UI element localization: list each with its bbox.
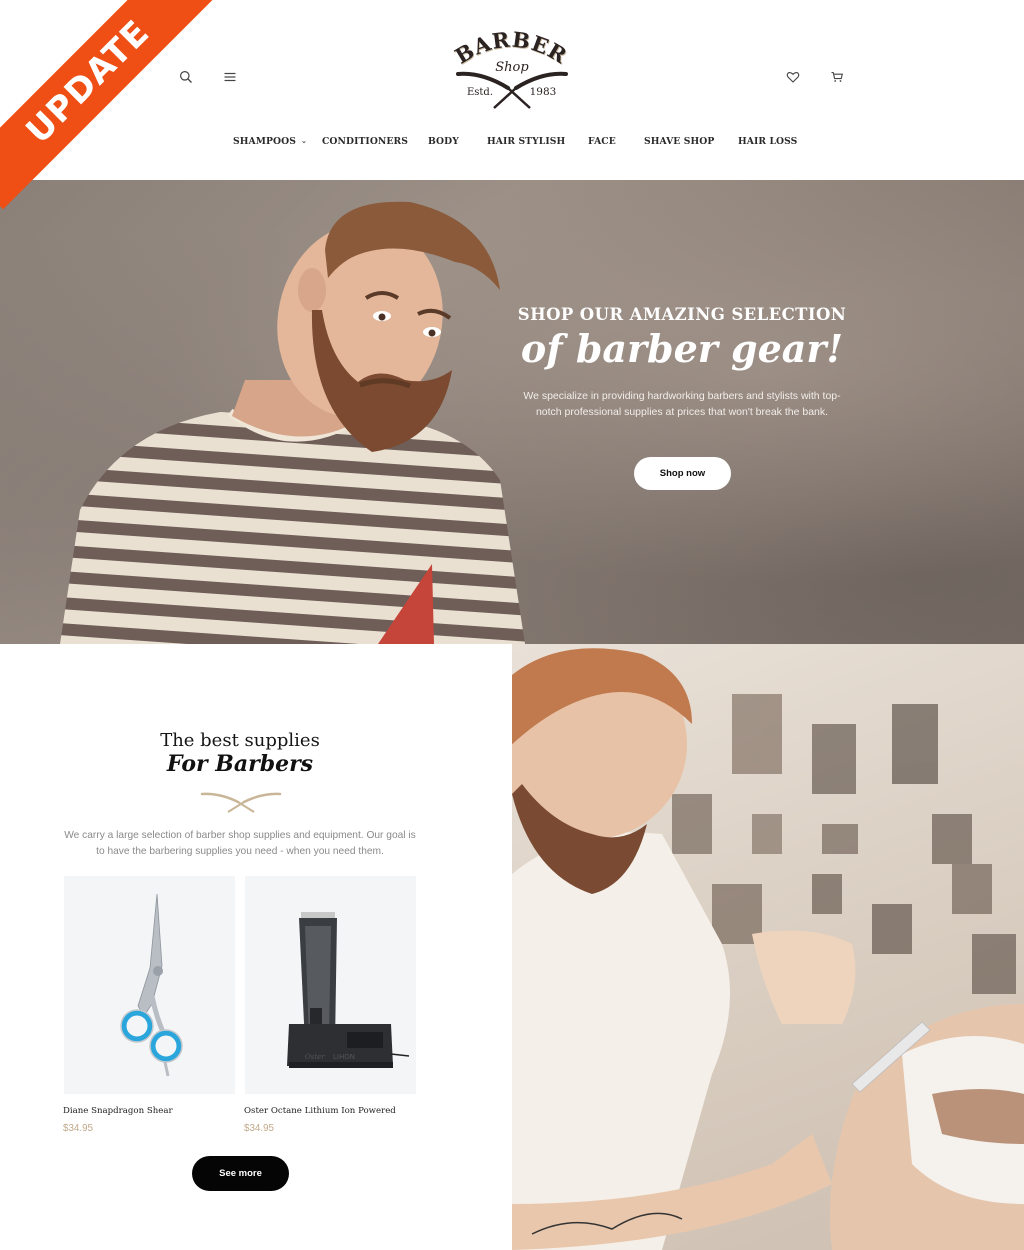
supplies-heading: The best supplies For Barbers [0,730,480,777]
search-icon [180,71,192,83]
nav-item-conditioners[interactable]: CONDITIONERS [322,136,408,147]
main-nav: SHAMPOOS ⌄ CONDITIONERS BODY HAIR STYLISH… [0,136,1024,152]
product-name[interactable]: Diane Snapdragon Shear [63,1106,173,1116]
logo-estd-text: Estd. [467,87,493,98]
logo-year-text: 1983 [530,86,557,98]
logo-shop-text: Shop [495,60,529,75]
shop-now-button[interactable]: Shop now [634,457,731,490]
hero-title: of barber gear! [520,326,844,371]
menu-button[interactable] [220,67,240,87]
product-price: $34.95 [63,1123,93,1134]
product-card-scissors[interactable] [64,876,235,1094]
bearded-man-photo [60,201,525,644]
svg-text:LIHON: LIHON [333,1053,355,1061]
supplies-section: The best supplies For Barbers We carry a… [0,644,512,1250]
supplies-subtitle: For Barbers [166,751,314,777]
hero-kicker: SHOP OUR AMAZING SELECTION [517,305,847,324]
heart-icon [786,72,800,83]
chevron-down-icon: ⌄ [300,136,307,145]
barber-shop-logo-graphic: BARBER BARBER Shop Estd. 1983 [450,27,572,109]
product-card-clipper[interactable]: Oster LIHON [245,876,416,1094]
wishlist-button[interactable] [783,67,803,87]
scissors-product-image [120,893,183,1077]
see-more-button[interactable]: See more [192,1156,289,1191]
search-button[interactable] [176,67,196,87]
nav-item-label: SHAMPOOS [233,136,296,147]
nav-item-shampoos[interactable]: SHAMPOOS ⌄ [233,136,307,147]
product-name[interactable]: Oster Octane Lithium Ion Powered [244,1106,396,1116]
hero-text-block: SHOP OUR AMAZING SELECTION of barber gea… [512,305,852,420]
nav-item-face[interactable]: FACE [588,136,616,147]
supplies-description: We carry a large selection of barber sho… [64,830,416,857]
svg-text:Oster: Oster [305,1053,325,1061]
barber-shaving-illustration [512,648,1024,1250]
hero-banner: SHOP OUR AMAZING SELECTION of barber gea… [0,180,1024,644]
crossed-razors-divider-icon [200,792,282,813]
barber-shaving-photo [512,644,1024,1250]
nav-item-shave-shop[interactable]: SHAVE SHOP [644,136,714,147]
cart-button[interactable] [827,67,847,87]
barber-shop-logo[interactable]: BARBER BARBER Shop Estd. 1983 [450,27,572,112]
site-header: BARBER BARBER Shop Estd. 1983 SHAMPOOS ⌄… [0,0,1024,180]
nav-item-hair-stylish[interactable]: HAIR STYLISH [487,136,565,147]
hamburger-menu-icon [224,72,236,82]
nav-item-hair-loss[interactable]: HAIR LOSS [738,136,797,147]
hair-clipper-product-image: Oster LIHON [287,912,410,1068]
product-price: $34.95 [244,1123,274,1134]
nav-item-body[interactable]: BODY [428,136,459,147]
supplies-title: The best supplies [160,730,320,751]
cart-icon [831,71,844,82]
hero-description: We specialize in providing hardworking b… [523,390,841,418]
